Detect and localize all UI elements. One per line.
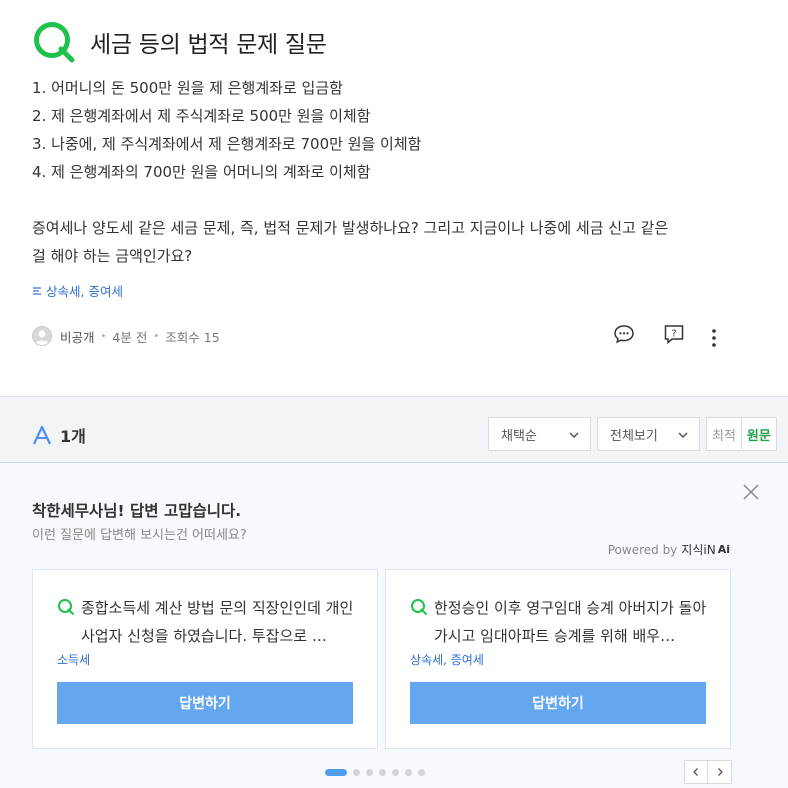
recommended-question-card[interactable]: 한정승인 이후 영구임대 승계 아버지가 돌아가시고 임대아파트 승계를 위해 … <box>385 569 731 749</box>
author-name: 비공개 <box>60 329 95 345</box>
answer-count: 1개 <box>60 427 86 446</box>
page-dot[interactable] <box>353 769 360 776</box>
tag-list-icon <box>33 286 41 295</box>
sort-dropdown-label: 채택순 <box>501 428 537 444</box>
question-line: 4. 제 은행계좌의 700만 원을 어머니의 계좌로 이체함 <box>32 163 371 181</box>
card-question[interactable]: 종합소득세 계산 방법 문의 직장인인데 개인사업자 신청을 하였습니다. 투잡… <box>57 594 357 650</box>
question-paragraph-line: 걸 해야 하는 금액인가요? <box>32 247 193 265</box>
prev-button[interactable] <box>684 760 708 784</box>
card-question-text[interactable]: 종합소득세 계산 방법 문의 직장인인데 개인사업자 신청을 하였습니다. 투잡… <box>81 594 357 650</box>
card-question-text[interactable]: 한정승인 이후 영구임대 승계 아버지가 돌아가시고 임대아파트 승계를 위해 … <box>434 594 710 650</box>
sort-dropdown[interactable]: 채택순 <box>488 417 591 451</box>
page-dot-active[interactable] <box>325 769 347 776</box>
filter-dropdown[interactable]: 전체보기 <box>597 417 700 451</box>
chevron-down-icon <box>678 432 688 439</box>
powered-by-label: Powered by <box>607 542 678 557</box>
question-paragraph-line: 증여세나 양도세 같은 세금 문제, 즉, 법적 문제가 발생하나요? 그리고 … <box>32 219 669 237</box>
q-logo-icon <box>34 22 75 63</box>
question-tag-link[interactable]: 상속세, 증여세 <box>46 281 123 300</box>
separator-dot: • <box>153 330 160 342</box>
more-options-button[interactable] <box>702 326 726 350</box>
chevron-left-icon <box>693 768 698 776</box>
page-dot[interactable] <box>392 769 399 776</box>
comment-button[interactable] <box>612 322 636 346</box>
carousel-pagination <box>325 769 425 776</box>
question-actions: ? <box>612 322 686 346</box>
card-tag[interactable]: 상속세, 증여세 <box>410 651 484 668</box>
a-logo-icon <box>33 425 51 445</box>
page-dot[interactable] <box>366 769 373 776</box>
question-header: 세금 등의 법적 문제 질문 <box>32 20 327 64</box>
question-box-icon: ? <box>664 325 684 345</box>
close-icon[interactable] <box>742 483 760 501</box>
chevron-down-icon <box>569 432 579 439</box>
separator-dot: • <box>100 330 107 342</box>
page-dot[interactable] <box>405 769 412 776</box>
answer-header: 1개 <box>32 423 86 447</box>
recommended-question-card[interactable]: 종합소득세 계산 방법 문의 직장인인데 개인사업자 신청을 하였습니다. 투잡… <box>32 569 378 749</box>
svg-text:?: ? <box>671 329 676 340</box>
toggle-latest[interactable]: 최적 <box>707 418 742 450</box>
page-dot[interactable] <box>418 769 425 776</box>
question-body: 1. 어머니의 돈 500만 원을 제 은행계좌로 입금함 2. 제 은행계좌에… <box>32 74 732 270</box>
next-button[interactable] <box>708 760 732 784</box>
view-toggle: 최적 원문 <box>706 417 777 451</box>
speech-bubble-icon <box>614 325 634 344</box>
question-line: 3. 나중에, 제 주식계좌에서 제 은행계좌로 700만 원을 이체함 <box>32 135 422 153</box>
filter-dropdown-label: 전체보기 <box>610 428 658 444</box>
chevron-right-icon <box>717 768 723 776</box>
kebab-menu-icon <box>712 329 716 347</box>
q-small-icon <box>411 599 427 615</box>
page-dot[interactable] <box>379 769 386 776</box>
powered-by: Powered by 지식iN Ai <box>608 541 730 558</box>
toggle-original[interactable]: 원문 <box>742 418 776 450</box>
recommendation-panel: 착한세무사님! 답변 고맙습니다. 이런 질문에 답변해 보시는건 어떠세요? … <box>0 462 788 788</box>
user-icon <box>35 330 49 345</box>
card-question[interactable]: 한정승인 이후 영구임대 승계 아버지가 돌아가시고 임대아파트 승계를 위해 … <box>410 594 710 650</box>
brand-name: 지식iN <box>681 543 716 557</box>
answer-button[interactable]: 답변하기 <box>410 682 706 724</box>
recommendation-subtitle: 이런 질문에 답변해 보시는건 어떠세요? <box>32 528 247 543</box>
question-tags[interactable]: 상속세, 증여세 <box>32 281 123 300</box>
recommendation-title: 착한세무사님! 답변 고맙습니다. <box>32 502 242 520</box>
question-help-button[interactable]: ? <box>662 322 686 346</box>
answer-button[interactable]: 답변하기 <box>57 682 353 724</box>
avatar <box>32 326 52 346</box>
question-line: 2. 제 은행계좌에서 제 주식계좌로 500만 원을 이체함 <box>32 107 371 125</box>
question-title: 세금 등의 법적 문제 질문 <box>90 32 327 58</box>
q-small-icon <box>58 599 74 615</box>
post-time: 4분 전 <box>112 329 148 345</box>
carousel-nav <box>684 760 732 784</box>
brand-ai: Ai <box>717 543 730 556</box>
question-line: 1. 어머니의 돈 500만 원을 제 은행계좌로 입금함 <box>32 79 343 97</box>
view-count: 조회수 15 <box>165 329 220 345</box>
question-meta: 비공개 • 4분 전 • 조회수 15 <box>32 326 220 346</box>
card-tag[interactable]: 소득세 <box>57 651 90 668</box>
question-paragraph: 증여세나 양도세 같은 세금 문제, 즉, 법적 문제가 발생하나요? 그리고 … <box>32 214 732 270</box>
